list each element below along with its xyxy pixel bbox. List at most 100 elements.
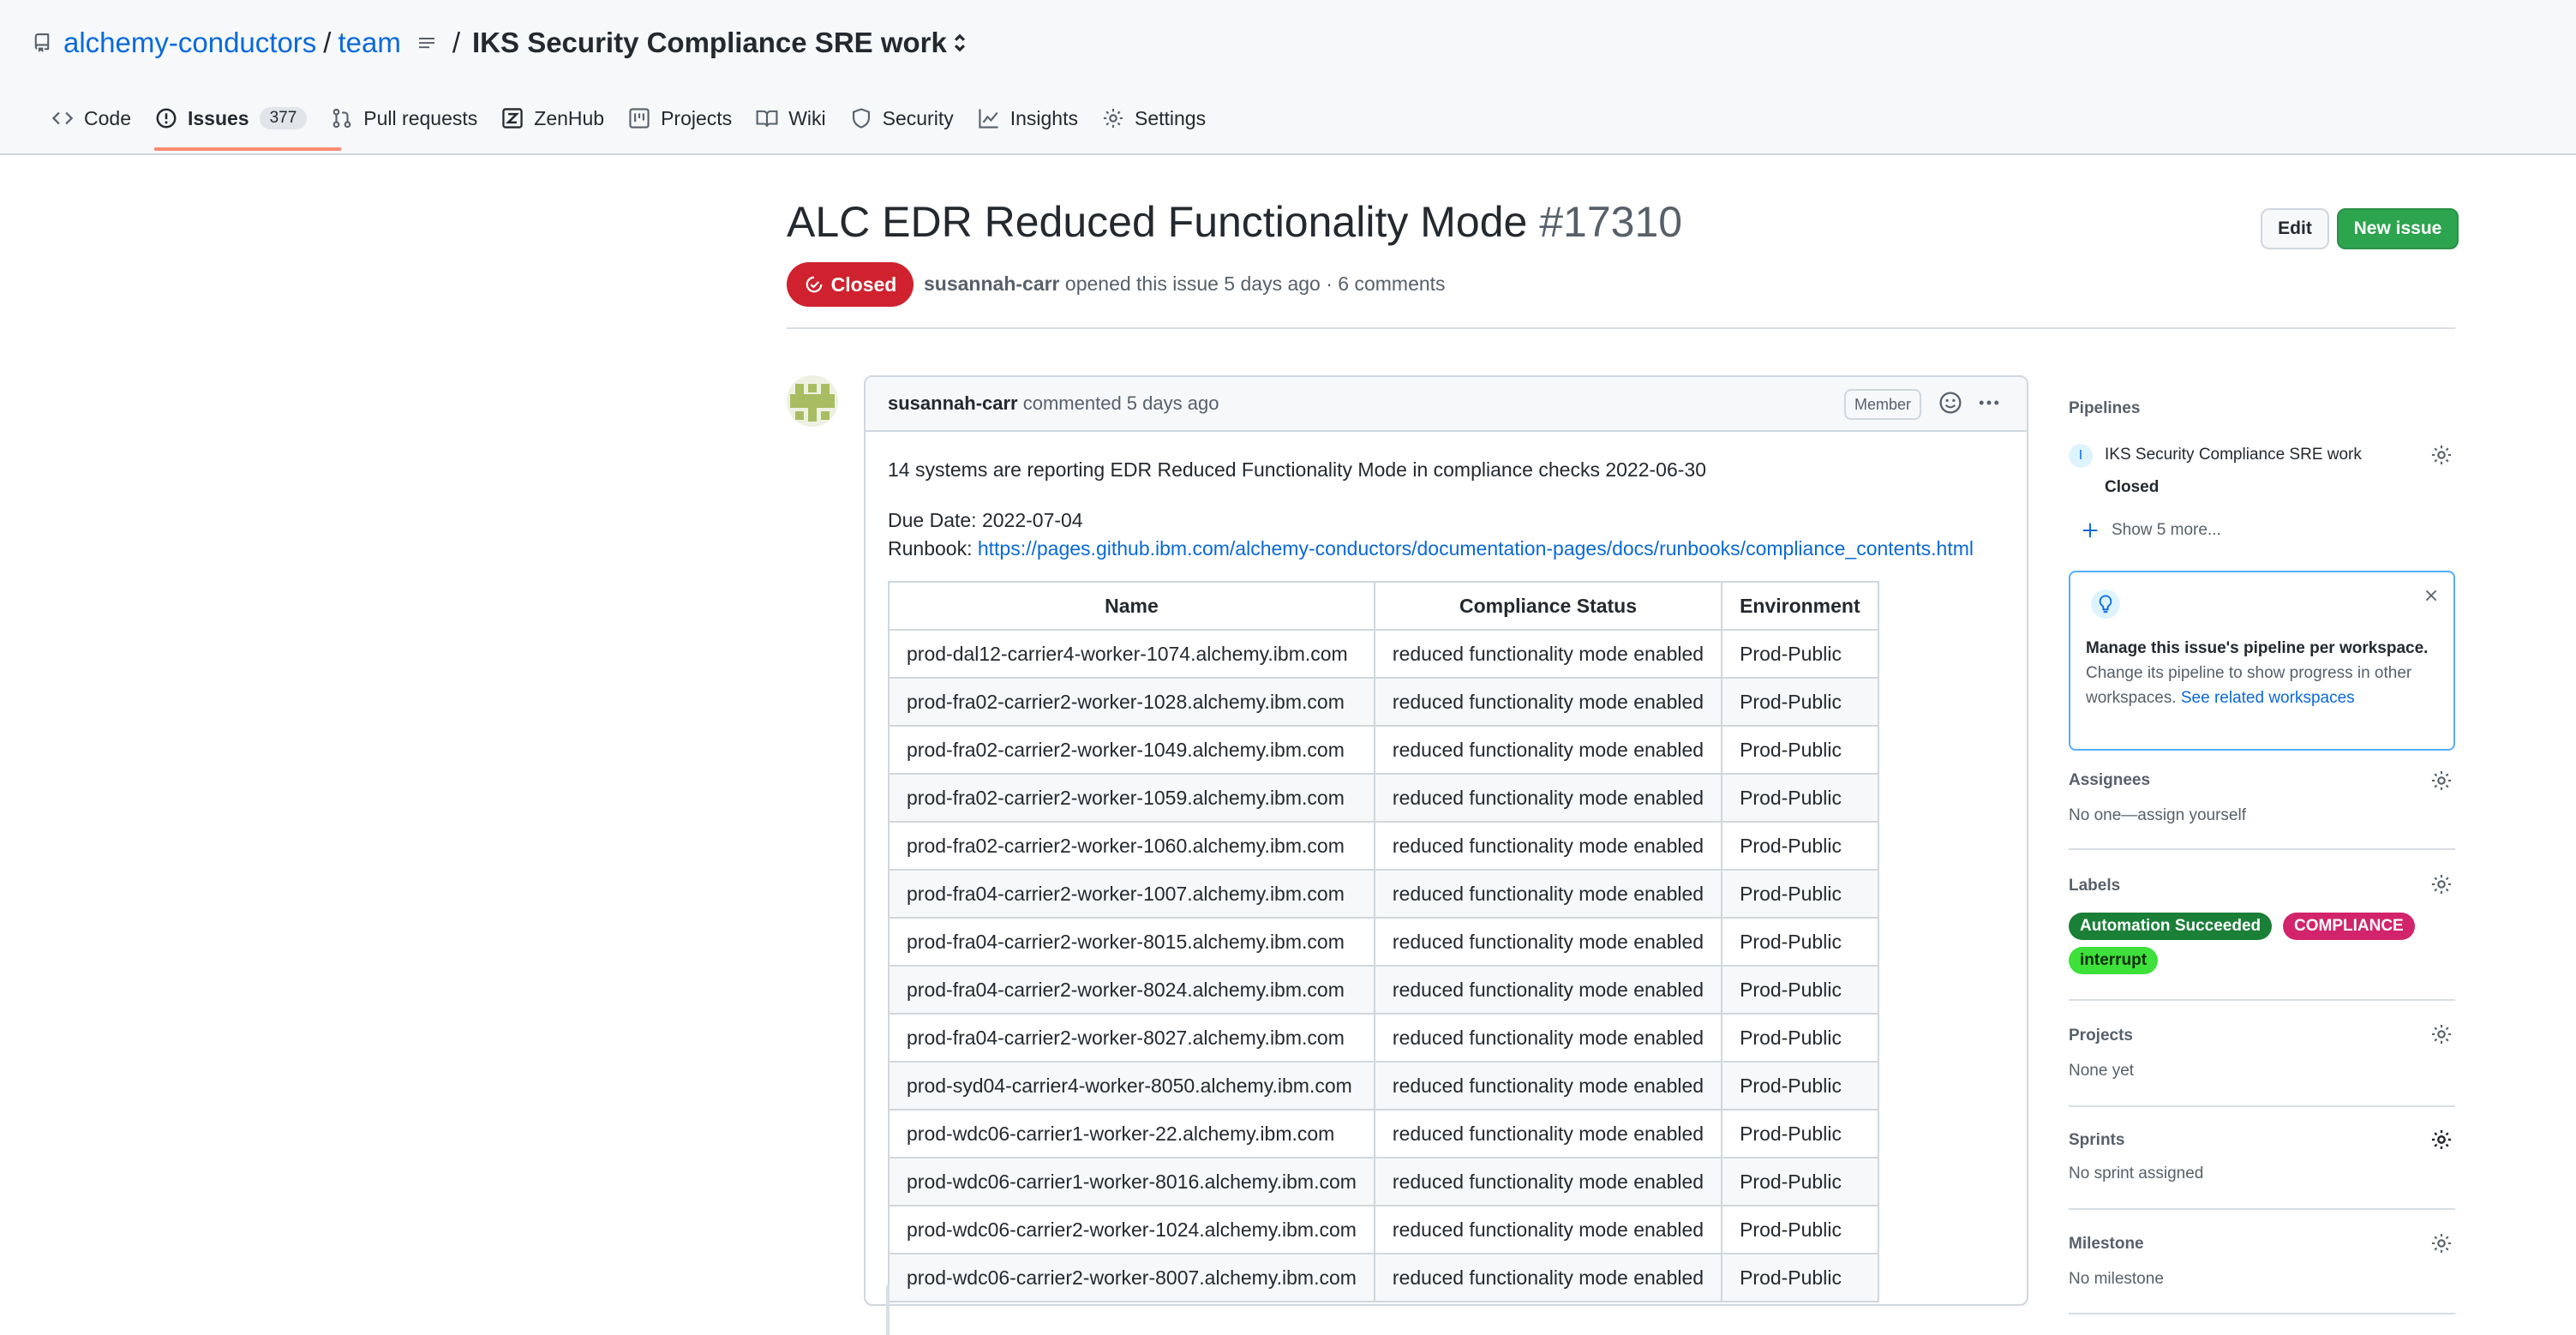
repo-owner-link[interactable]: alchemy-conductors — [63, 27, 316, 59]
label-compliance[interactable]: COMPLIANCE — [2283, 913, 2415, 940]
info-text: Manage this issue's pipeline per workspa… — [2086, 636, 2437, 710]
tab-insights[interactable]: Insights — [978, 98, 1102, 139]
table-cell: prod-fra04-carrier2-worker-8024.alchemy.… — [888, 965, 1375, 1015]
selected-tab-underline — [154, 147, 341, 151]
sidebar-divider — [2069, 1208, 2455, 1210]
issue-author-link[interactable]: susannah-carr — [924, 272, 1060, 295]
edit-button[interactable]: Edit — [2261, 208, 2329, 249]
kebab-horizontal-icon[interactable] — [1976, 391, 2002, 415]
table-cell: reduced functionality mode enabled — [1373, 677, 1723, 727]
info-bold: Manage this issue's pipeline per workspa… — [2086, 639, 2429, 657]
table-cell: reduced functionality mode enabled — [1373, 773, 1723, 823]
divider — [787, 327, 2455, 329]
list-icon[interactable] — [416, 33, 437, 53]
table-cell: prod-dal12-carrier4-worker-1074.alchemy.… — [888, 629, 1375, 679]
milestone-value: No milestone — [2069, 1270, 2164, 1288]
label-automation-succeeded[interactable]: Automation Succeeded — [2069, 913, 2273, 940]
assignees-value[interactable]: No one—assign yourself — [2069, 806, 2246, 825]
column-header: Compliance Status — [1373, 581, 1723, 631]
tab-issues[interactable]: Issues 377 — [155, 98, 331, 139]
table-cell: prod-wdc06-carrier2-worker-1024.alchemy.… — [888, 1205, 1375, 1254]
show-more-pipelines[interactable]: Show 5 more... — [2081, 521, 2221, 540]
table-row: prod-fra02-carrier2-worker-1028.alchemy.… — [888, 677, 1879, 727]
table-cell: prod-syd04-carrier4-worker-8050.alchemy.… — [888, 1061, 1375, 1111]
gear-icon[interactable] — [2430, 769, 2453, 792]
issue-title: ALC EDR Reduced Functionality Mode #1731… — [787, 197, 1682, 247]
breadcrumb-separator: / — [323, 27, 332, 58]
new-issue-button[interactable]: New issue — [2337, 208, 2459, 249]
table-cell: prod-fra04-carrier2-worker-8015.alchemy.… — [888, 917, 1375, 967]
tab-label: Issues — [187, 106, 249, 129]
table-row: prod-wdc06-carrier1-worker-22.alchemy.ib… — [888, 1109, 1879, 1158]
comment-author: susannah-carr commented 5 days ago — [888, 392, 1219, 415]
table-row: prod-dal12-carrier4-worker-1074.alchemy.… — [888, 629, 1879, 679]
issue-title-text: ALC EDR Reduced Functionality Mode — [787, 198, 1528, 246]
tab-security[interactable]: Security — [850, 98, 978, 139]
table-cell: reduced functionality mode enabled — [1373, 1013, 1723, 1063]
compliance-table: Name Compliance Status Environment prod-… — [888, 581, 1879, 1302]
table-cell: Prod-Public — [1721, 677, 1879, 727]
assignees-heading: Assignees — [2069, 771, 2151, 789]
table-cell: reduced functionality mode enabled — [1373, 629, 1723, 679]
tab-label: Security — [882, 106, 954, 129]
table-cell: prod-fra04-carrier2-worker-8027.alchemy.… — [888, 1013, 1375, 1063]
issue-state-badge: Closed — [787, 262, 914, 307]
repo-name-link[interactable]: team — [338, 27, 400, 59]
tab-code[interactable]: Code — [51, 98, 155, 139]
gear-icon[interactable] — [2430, 1232, 2453, 1254]
pipeline-name: Closed — [2105, 478, 2160, 496]
table-cell: reduced functionality mode enabled — [1373, 1157, 1723, 1206]
tab-settings[interactable]: Settings — [1102, 98, 1230, 139]
issue-opened-icon — [155, 107, 177, 129]
member-badge: Member — [1844, 389, 1922, 420]
breadcrumb: alchemy-conductors / team / IKS Security… — [33, 24, 967, 62]
tab-wiki[interactable]: Wiki — [756, 98, 849, 139]
avatar[interactable] — [787, 375, 838, 427]
shield-icon — [850, 107, 872, 129]
light-bulb-icon — [2091, 590, 2120, 619]
comment-body: 14 systems are reporting EDR Reduced Fun… — [888, 456, 1974, 563]
tab-pull-requests[interactable]: Pull requests — [331, 98, 501, 139]
close-icon[interactable] — [2423, 588, 2439, 603]
label-interrupt[interactable]: interrupt — [2069, 947, 2159, 974]
comment-author-link[interactable]: susannah-carr — [888, 392, 1018, 414]
gear-icon[interactable] — [2430, 873, 2453, 895]
table-row: prod-fra04-carrier2-worker-8027.alchemy.… — [888, 1013, 1879, 1063]
issues-count-badge: 377 — [259, 107, 308, 129]
repo-icon — [33, 32, 51, 54]
tab-zenhub[interactable]: ZenHub — [501, 98, 628, 139]
gear-icon[interactable] — [2430, 1128, 2453, 1151]
runbook-label: Runbook: — [888, 537, 973, 560]
issue-number: #17310 — [1539, 198, 1683, 246]
table-row: prod-fra02-carrier2-worker-1049.alchemy.… — [888, 725, 1879, 775]
table-cell: reduced functionality mode enabled — [1373, 821, 1723, 871]
labels-heading: Labels — [2069, 877, 2121, 895]
comment-line: 14 systems are reporting EDR Reduced Fun… — [888, 458, 1706, 481]
related-workspaces-link[interactable]: See related workspaces — [2181, 689, 2355, 707]
table-row: prod-fra02-carrier2-worker-1059.alchemy.… — [888, 773, 1879, 823]
issue-closed-icon — [804, 274, 824, 295]
table-cell: Prod-Public — [1721, 1157, 1879, 1206]
runbook-link[interactable]: https://pages.github.ibm.com/alchemy-con… — [978, 537, 1974, 560]
table-cell: Prod-Public — [1721, 869, 1879, 919]
sprints-heading: Sprints — [2069, 1131, 2125, 1149]
show-more-label: Show 5 more... — [2112, 521, 2221, 539]
git-pull-request-icon — [331, 107, 353, 129]
table-row: prod-fra04-carrier2-worker-8024.alchemy.… — [888, 965, 1879, 1015]
workspace-selector[interactable]: IKS Security Compliance SRE work — [472, 27, 947, 59]
table-cell: Prod-Public — [1721, 629, 1879, 679]
table-row: prod-syd04-carrier4-worker-8050.alchemy.… — [888, 1061, 1879, 1111]
chevron-updown-icon[interactable] — [952, 32, 967, 54]
table-cell: prod-fra02-carrier2-worker-1060.alchemy.… — [888, 821, 1375, 871]
table-cell: Prod-Public — [1721, 773, 1879, 823]
zenhub-icon — [501, 107, 524, 129]
table-cell: prod-fra04-carrier2-worker-1007.alchemy.… — [888, 869, 1375, 919]
gear-icon[interactable] — [2430, 444, 2453, 466]
gear-icon[interactable] — [2430, 1023, 2453, 1045]
book-icon — [756, 107, 778, 129]
table-cell: reduced functionality mode enabled — [1373, 917, 1723, 967]
milestone-heading: Milestone — [2069, 1235, 2144, 1253]
smiley-icon[interactable] — [1938, 391, 1962, 415]
table-cell: reduced functionality mode enabled — [1373, 965, 1723, 1015]
tab-projects[interactable]: Projects — [628, 98, 756, 139]
